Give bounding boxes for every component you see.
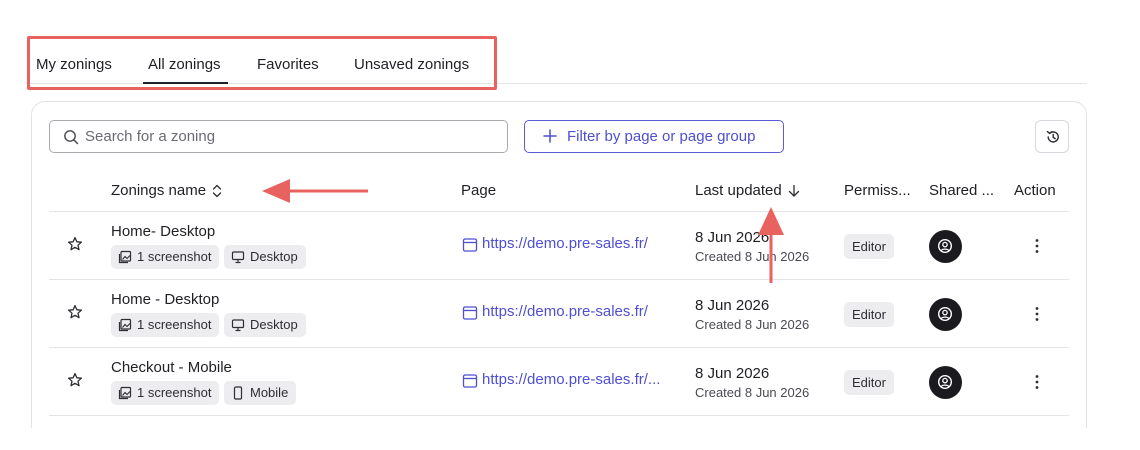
tab-favorites[interactable]: Favorites	[257, 38, 319, 84]
column-header-action: Action	[1014, 182, 1056, 199]
image-icon	[118, 386, 132, 400]
user-icon	[937, 306, 953, 322]
device-chip-label: Mobile	[250, 385, 289, 400]
tab-unsaved-zonings[interactable]: Unsaved zonings	[354, 38, 469, 84]
zoning-name[interactable]: Checkout - Mobile	[111, 359, 232, 376]
table-row[interactable]: Home- Desktop 1 screenshot Desktop https…	[49, 212, 1069, 280]
page-link[interactable]: https://demo.pre-sales.fr/	[462, 235, 648, 252]
search-input[interactable]	[85, 121, 495, 152]
more-icon[interactable]	[1031, 237, 1043, 255]
page-link-label: https://demo.pre-sales.fr/...	[482, 371, 661, 388]
created-date: Created 8 Jun 2026	[695, 249, 810, 264]
history-button[interactable]	[1035, 120, 1069, 153]
star-icon[interactable]	[67, 236, 83, 252]
active-tab-indicator	[143, 82, 228, 84]
desktop-icon	[231, 319, 245, 332]
bottom-cutoff	[0, 428, 1140, 450]
tab-all-zonings[interactable]: All zonings	[148, 38, 221, 84]
mobile-icon	[233, 386, 243, 400]
screenshot-chip: 1 screenshot	[111, 313, 220, 337]
image-icon	[118, 250, 132, 264]
more-icon[interactable]	[1031, 373, 1043, 391]
created-date: Created 8 Jun 2026	[695, 385, 810, 400]
column-header-last-updated[interactable]: Last updated	[695, 182, 800, 199]
search-box[interactable]	[49, 120, 508, 153]
last-updated-date: 8 Jun 2026	[695, 229, 770, 246]
more-icon[interactable]	[1031, 305, 1043, 323]
column-header-page: Page	[461, 182, 497, 199]
table-row[interactable]: Home - Desktop 1 screenshot Desktop http…	[49, 280, 1069, 348]
arrow-down-icon	[788, 184, 799, 197]
user-icon	[937, 238, 953, 254]
star-icon[interactable]	[67, 372, 83, 388]
user-icon	[937, 374, 953, 390]
column-header-last-updated-label: Last updated	[695, 182, 782, 199]
page-link-label: https://demo.pre-sales.fr/	[482, 235, 648, 252]
device-chip: Mobile	[224, 381, 297, 405]
screenshot-chip-label: 1 screenshot	[137, 317, 212, 332]
history-icon	[1046, 130, 1059, 143]
search-icon	[64, 130, 79, 145]
column-header-permissions: Permiss...	[844, 182, 911, 199]
avatar[interactable]	[929, 298, 962, 331]
column-header-name-label: Zonings name	[111, 182, 207, 199]
table-row[interactable]: Checkout - Mobile 1 screenshot Mobile ht…	[49, 348, 1069, 416]
star-icon[interactable]	[67, 304, 83, 320]
tab-my-zonings[interactable]: My zonings	[36, 38, 112, 84]
screenshot-chip: 1 screenshot	[111, 381, 220, 405]
filter-button-label: Filter by page or page group	[567, 128, 756, 145]
permission-badge: Editor	[844, 302, 894, 327]
plus-icon	[543, 129, 557, 143]
page-link[interactable]: https://demo.pre-sales.fr/	[462, 303, 648, 320]
page-icon	[462, 238, 478, 252]
screenshot-chip-label: 1 screenshot	[137, 385, 212, 400]
zoning-tabs: My zonings All zonings Favorites Unsaved…	[30, 38, 1087, 84]
column-header-name[interactable]: Zonings name	[111, 182, 222, 199]
device-chip-label: Desktop	[250, 317, 298, 332]
page-link-label: https://demo.pre-sales.fr/	[482, 303, 648, 320]
page-icon	[462, 306, 478, 320]
device-chip: Desktop	[224, 313, 306, 337]
device-chip-label: Desktop	[250, 249, 298, 264]
avatar[interactable]	[929, 366, 962, 399]
last-updated-date: 8 Jun 2026	[695, 365, 770, 382]
column-header-shared: Shared ...	[929, 182, 995, 199]
divider	[49, 415, 1069, 416]
created-date: Created 8 Jun 2026	[695, 317, 810, 332]
zoning-name[interactable]: Home - Desktop	[111, 291, 219, 308]
desktop-icon	[231, 251, 245, 264]
sort-icon	[212, 184, 222, 198]
permission-badge: Editor	[844, 234, 894, 259]
last-updated-date: 8 Jun 2026	[695, 297, 770, 314]
filter-by-page-button[interactable]: Filter by page or page group	[524, 120, 784, 153]
screenshot-chip: 1 screenshot	[111, 245, 220, 269]
screenshot-chip-label: 1 screenshot	[137, 249, 212, 264]
zoning-name[interactable]: Home- Desktop	[111, 223, 215, 240]
image-icon	[118, 318, 132, 332]
device-chip: Desktop	[224, 245, 306, 269]
page-icon	[462, 374, 478, 388]
avatar[interactable]	[929, 230, 962, 263]
permission-badge: Editor	[844, 370, 894, 395]
page-link[interactable]: https://demo.pre-sales.fr/...	[462, 371, 660, 388]
